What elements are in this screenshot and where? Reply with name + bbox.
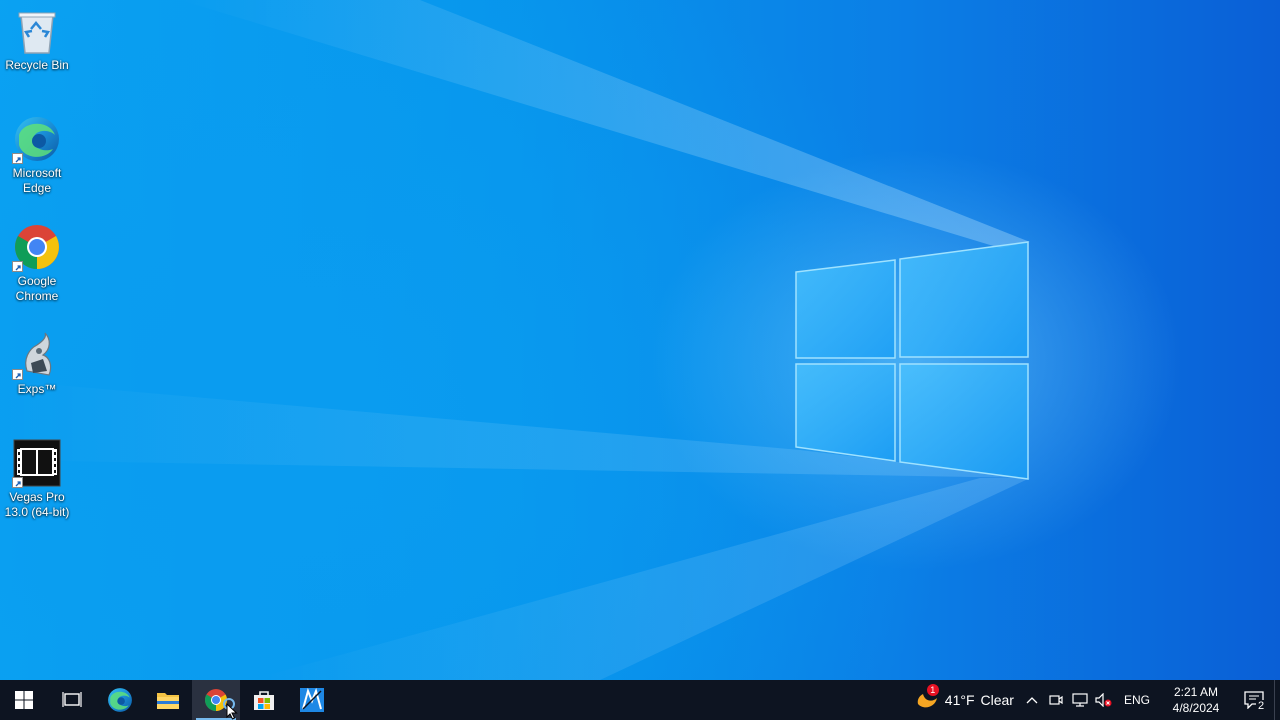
folder-icon — [157, 693, 179, 709]
taskbar-file-explorer-button[interactable] — [144, 680, 192, 720]
desktop-icon-label: Exps™ — [17, 382, 57, 396]
desktop-icon-recycle-bin[interactable]: Recycle Bin — [2, 6, 72, 73]
network-icon — [1072, 693, 1088, 707]
taskbar-store-button[interactable] — [240, 680, 288, 720]
notification-count: 2 — [1256, 700, 1267, 712]
system-tray: 1 41°F Clear ENG 2:21 AM 4/8/2024 2 — [915, 680, 1280, 720]
volume-muted-icon — [1095, 693, 1112, 707]
tray-meet-now-button[interactable] — [1044, 680, 1068, 720]
camera-icon — [1049, 695, 1063, 705]
recycle-bin-icon — [18, 12, 56, 54]
desktop-icon-label: Recycle Bin — [5, 58, 69, 72]
tray-network-button[interactable] — [1068, 680, 1092, 720]
desktop-icon-label: Google Chrome — [15, 274, 59, 303]
tray-volume-button[interactable] — [1092, 680, 1116, 720]
clock-time: 2:21 AM — [1173, 685, 1219, 699]
clock-date: 4/8/2024 — [1172, 701, 1220, 715]
taskbar-edge-button[interactable] — [96, 680, 144, 720]
desktop-icon-exps[interactable]: Exps™ — [2, 330, 72, 397]
weather-widget[interactable]: 1 41°F Clear — [915, 684, 1014, 712]
action-center-button[interactable]: 2 — [1234, 680, 1274, 720]
desktop-icon-label: Microsoft Edge — [12, 166, 62, 195]
desktop-icon-microsoft-edge[interactable]: Microsoft Edge — [2, 114, 72, 196]
show-hidden-icons-button[interactable] — [1020, 680, 1044, 720]
taskbar-app-button[interactable] — [288, 680, 336, 720]
desktop-icon-google-chrome[interactable]: Google Chrome — [2, 222, 72, 304]
show-desktop-button[interactable] — [1274, 680, 1280, 720]
wallpaper-light-beams — [0, 0, 1030, 680]
language-indicator[interactable]: ENG — [1116, 693, 1158, 707]
edge-icon — [108, 688, 132, 712]
start-button[interactable] — [0, 680, 48, 720]
desktop[interactable]: Recycle Bin Microsoft Edge Google Chrome… — [0, 0, 1280, 680]
app-icon — [300, 687, 324, 712]
store-icon — [254, 691, 274, 710]
desktop-icon-label: Vegas Pro 13.0 (64-bit) — [4, 490, 70, 519]
weather-temperature: 41°F — [944, 692, 975, 708]
desktop-icon-vegas-pro[interactable]: Vegas Pro 13.0 (64-bit) — [2, 438, 72, 520]
mouse-cursor-icon — [226, 703, 238, 720]
task-view-button[interactable] — [48, 680, 96, 720]
weather-alert-badge: 1 — [926, 684, 939, 696]
windows-start-icon — [15, 691, 33, 709]
windows-logo-wallpaper — [795, 241, 1029, 480]
taskbar: 1 41°F Clear ENG 2:21 AM 4/8/2024 2 — [0, 680, 1280, 720]
chevron-up-icon — [1026, 697, 1038, 704]
task-view-icon — [62, 692, 82, 707]
weather-condition: Clear — [980, 692, 1014, 708]
shortcut-arrow-icon — [12, 477, 23, 488]
clock[interactable]: 2:21 AM 4/8/2024 — [1158, 684, 1234, 716]
shortcut-arrow-icon — [12, 261, 23, 272]
shortcut-arrow-icon — [12, 153, 23, 164]
shortcut-arrow-icon — [12, 369, 23, 380]
